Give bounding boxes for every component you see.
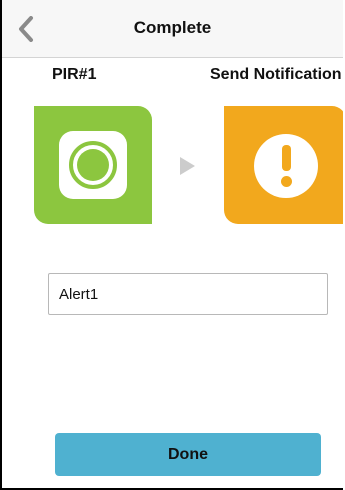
sensor-ring (69, 141, 117, 189)
play-arrow-icon (180, 157, 195, 175)
exclamation-bar (282, 145, 291, 171)
rule-name-input[interactable] (48, 273, 328, 315)
screen: Complete PIR#1 Send Notification Done (0, 0, 343, 490)
navigation-bar: Complete (2, 0, 343, 58)
sensor-dot (77, 149, 109, 181)
done-button[interactable]: Done (55, 433, 321, 476)
page-title: Complete (133, 18, 212, 37)
exclamation-dot (281, 176, 292, 187)
action-tile[interactable] (224, 106, 343, 224)
trigger-label: PIR#1 (52, 66, 97, 83)
trigger-tile[interactable] (34, 106, 152, 224)
action-label: Send Notification (210, 66, 342, 83)
motion-sensor-icon (59, 131, 127, 199)
alert-exclamation-icon (254, 134, 318, 198)
